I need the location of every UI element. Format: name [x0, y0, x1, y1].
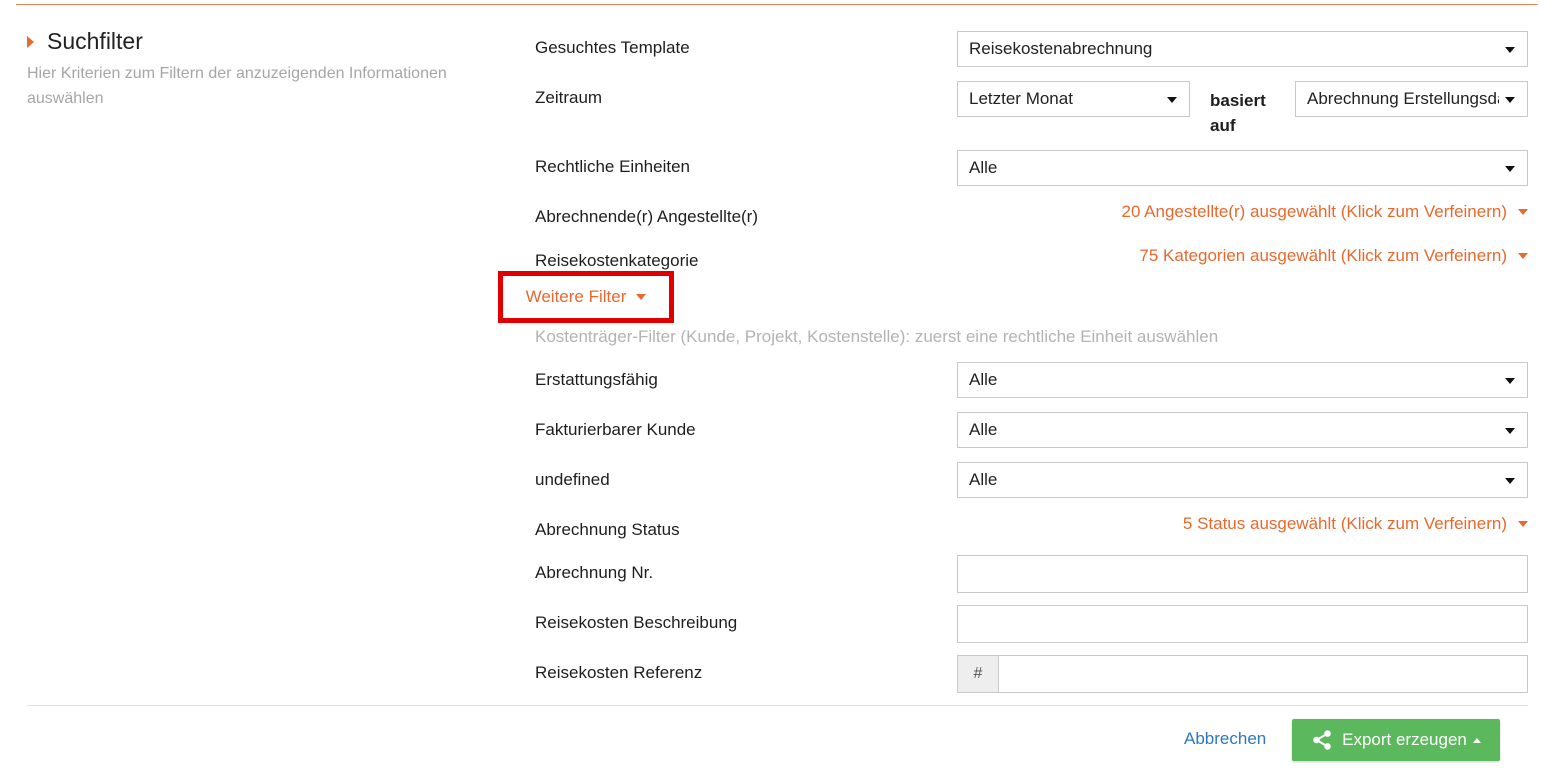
- referenz-label: Reisekosten Referenz: [535, 663, 703, 682]
- template-select-value: Reisekostenabrechnung: [969, 39, 1153, 58]
- beschreibung-input[interactable]: [957, 605, 1528, 643]
- export-button-label: Export erzeugen: [1342, 730, 1467, 749]
- caret-right-icon: [27, 35, 34, 48]
- caret-down-icon: [1518, 253, 1528, 259]
- kategorie-label: Reisekostenkategorie: [535, 251, 699, 270]
- based-on-select[interactable]: Abrechnung Erstellungsdatum: [1295, 81, 1528, 117]
- fakturierbarer-kunde-select[interactable]: Alle: [957, 412, 1528, 448]
- chevron-down-icon: [1505, 97, 1515, 103]
- undefined-value: Alle: [969, 470, 998, 489]
- status-label: Abrechnung Status: [535, 520, 680, 539]
- chevron-down-icon: [1167, 97, 1177, 103]
- abrechnung-nr-input[interactable]: [957, 555, 1528, 593]
- caret-up-icon: [1472, 737, 1481, 743]
- template-select[interactable]: Reisekostenabrechnung: [957, 31, 1528, 67]
- footer-divider: [27, 705, 1528, 706]
- kostentraeger-hint: Kostenträger-Filter (Kunde, Projekt, Kos…: [535, 327, 1219, 346]
- undefined-label: undefined: [535, 470, 610, 489]
- weitere-filter-toggle[interactable]: Weitere Filter: [498, 271, 674, 323]
- rechtliche-einheiten-label: Rechtliche Einheiten: [535, 157, 690, 176]
- abrechnung-nr-label: Abrechnung Nr.: [535, 563, 654, 582]
- caret-down-icon: [636, 294, 647, 300]
- zeitraum-label: Zeitraum: [535, 88, 603, 107]
- beschreibung-label: Reisekosten Beschreibung: [535, 613, 738, 632]
- template-label: Gesuchtes Template: [535, 38, 690, 57]
- section-title: Suchfilter: [47, 28, 143, 54]
- rechtliche-einheiten-select[interactable]: Alle: [957, 150, 1528, 186]
- chevron-down-icon: [1505, 428, 1515, 434]
- share-icon: [1313, 730, 1331, 750]
- section-toggle[interactable]: Suchfilter: [27, 28, 507, 55]
- kategorie-refine-link[interactable]: 75 Kategorien ausgewählt (Klick zum Verf…: [1139, 246, 1528, 266]
- chevron-down-icon: [1505, 47, 1515, 53]
- cancel-link[interactable]: Abbrechen: [1184, 729, 1266, 749]
- weitere-filter-label: Weitere Filter: [525, 287, 627, 306]
- angestellte-refine-link[interactable]: 20 Angestellte(r) ausgewählt (Klick zum …: [1121, 202, 1528, 222]
- fakturierbarer-kunde-value: Alle: [969, 420, 998, 439]
- hash-prefix: #: [957, 655, 999, 693]
- section-subtitle: Hier Kriterien zum Filtern der anzuzeige…: [27, 65, 447, 107]
- angestellte-refine-text: 20 Angestellte(r) ausgewählt (Klick zum …: [1121, 202, 1507, 221]
- undefined-select[interactable]: Alle: [957, 462, 1528, 498]
- zeitraum-select-value: Letzter Monat: [969, 89, 1073, 108]
- section-header: Suchfilter Hier Kriterien zum Filtern de…: [27, 28, 507, 111]
- fakturierbarer-kunde-label: Fakturierbarer Kunde: [535, 420, 696, 439]
- status-refine-text: 5 Status ausgewählt (Klick zum Verfeiner…: [1182, 514, 1507, 533]
- export-button[interactable]: Export erzeugen: [1292, 719, 1500, 761]
- rechtliche-einheiten-value: Alle: [969, 158, 998, 177]
- zeitraum-select[interactable]: Letzter Monat: [957, 81, 1190, 117]
- angestellte-label: Abrechnende(r) Angestellte(r): [535, 207, 759, 226]
- caret-down-icon: [1518, 521, 1528, 527]
- kategorie-refine-text: 75 Kategorien ausgewählt (Klick zum Verf…: [1139, 246, 1507, 265]
- status-refine-link[interactable]: 5 Status ausgewählt (Klick zum Verfeiner…: [1183, 514, 1528, 534]
- referenz-input-group: #: [957, 655, 1528, 693]
- chevron-down-icon: [1505, 166, 1515, 172]
- chevron-down-icon: [1505, 478, 1515, 484]
- based-on-select-value: Abrechnung Erstellungsdatum: [1307, 89, 1499, 108]
- referenz-input[interactable]: [999, 655, 1528, 693]
- erstattungsfaehig-value: Alle: [969, 370, 998, 389]
- erstattungsfaehig-select[interactable]: Alle: [957, 362, 1528, 398]
- caret-down-icon: [1518, 209, 1528, 215]
- based-on-label: basiert auf: [1210, 91, 1266, 135]
- chevron-down-icon: [1505, 378, 1515, 384]
- top-divider: [16, 4, 1538, 5]
- erstattungsfaehig-label: Erstattungsfähig: [535, 370, 658, 389]
